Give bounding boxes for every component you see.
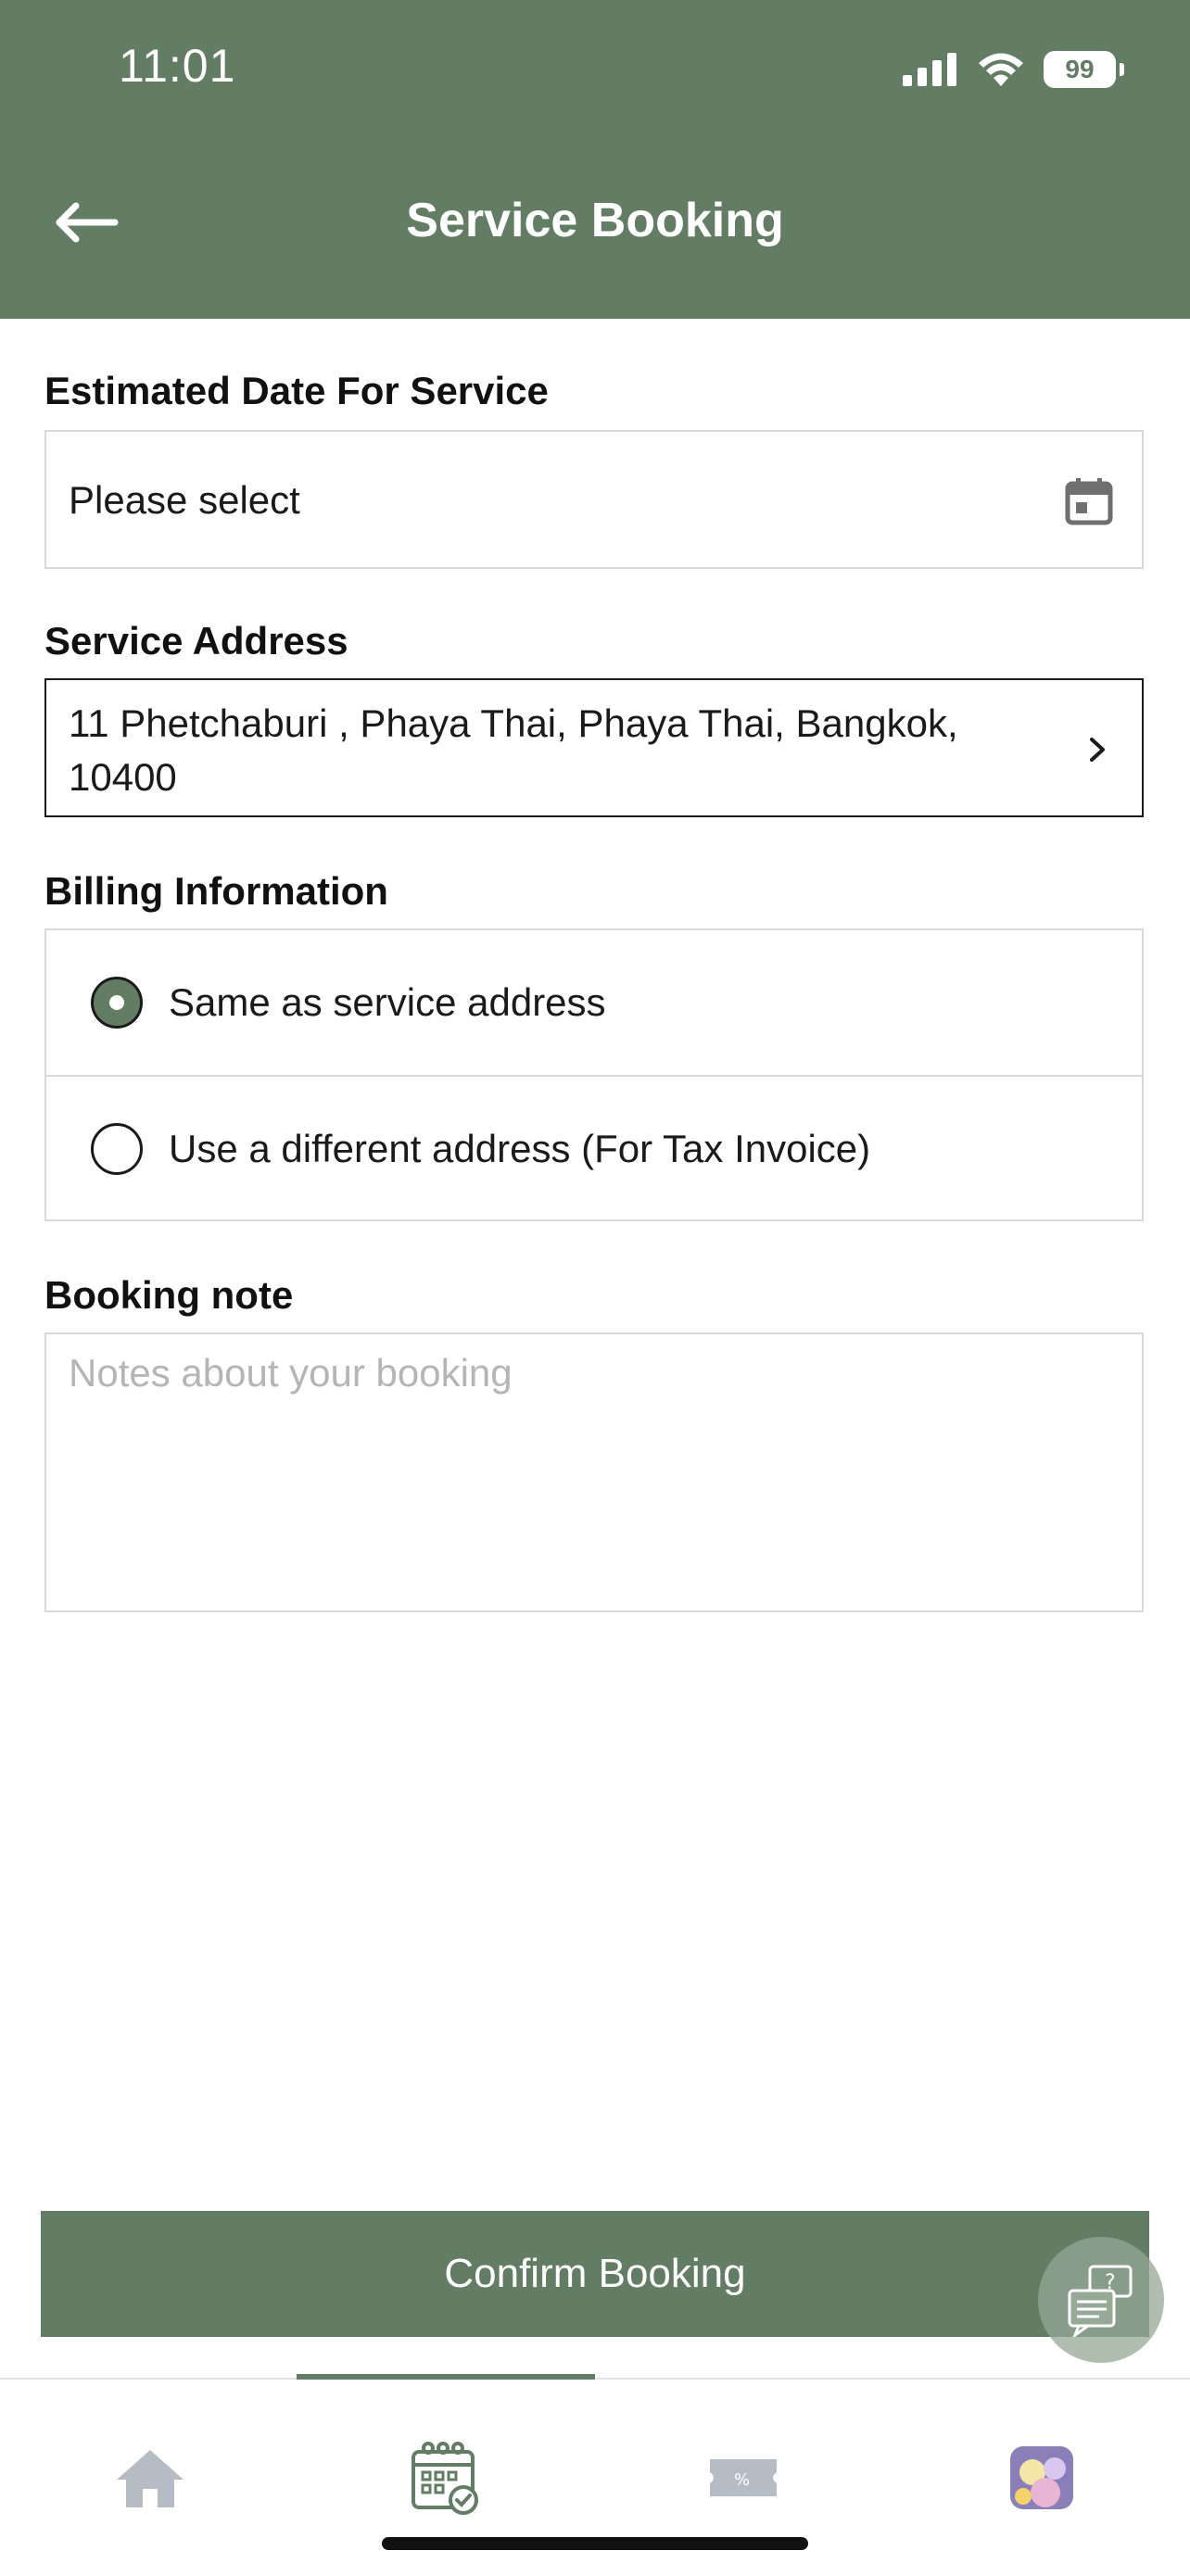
service-address-selector[interactable]: 11 Phetchaburi , Phaya Thai, Phaya Thai,… xyxy=(44,678,1144,817)
home-indicator xyxy=(382,2537,808,2550)
booking-note-container xyxy=(44,1332,1144,1612)
active-tab-indicator xyxy=(297,2374,595,2380)
tab-profile[interactable] xyxy=(995,2431,1088,2524)
date-section-label: Estimated Date For Service xyxy=(44,369,549,412)
app-header: 11:01 99 Service Booking xyxy=(0,0,1190,319)
note-section-label: Booking note xyxy=(44,1273,294,1317)
billing-option-same[interactable]: Same as service address xyxy=(46,930,1142,1077)
billing-option-different[interactable]: Use a different address (For Tax Invoice… xyxy=(46,1077,1142,1221)
address-value: 11 Phetchaburi , Phaya Thai, Phaya Thai,… xyxy=(69,701,958,799)
billing-options: Same as service address Use a different … xyxy=(44,928,1144,1221)
tab-coupons[interactable]: % xyxy=(697,2431,790,2524)
billing-option-label: Same as service address xyxy=(169,980,606,1024)
calendar-check-icon xyxy=(411,2442,478,2515)
battery-indicator: 99 xyxy=(1044,51,1124,88)
page-title: Service Booking xyxy=(406,194,784,247)
calendar-icon xyxy=(1065,478,1113,525)
profile-avatar-icon xyxy=(1010,2446,1073,2509)
home-icon xyxy=(117,2450,184,2507)
address-section-label: Service Address xyxy=(44,619,348,663)
radio-unchecked-icon[interactable] xyxy=(91,1123,143,1175)
wifi-icon xyxy=(979,53,1023,86)
booking-note-input[interactable] xyxy=(46,1334,1142,1610)
status-time: 11:01 xyxy=(119,40,236,92)
help-chat-icon: ? xyxy=(1068,2265,1133,2337)
tab-bookings[interactable] xyxy=(399,2431,491,2524)
tab-home[interactable] xyxy=(104,2431,196,2524)
chevron-right-icon xyxy=(1090,738,1105,762)
signal-icon xyxy=(903,53,956,86)
date-picker-field[interactable]: Please select xyxy=(44,430,1144,569)
date-value: Please select xyxy=(69,478,300,522)
billing-option-label: Use a different address (For Tax Invoice… xyxy=(169,1127,871,1170)
confirm-booking-button[interactable]: Confirm Booking xyxy=(41,2211,1149,2337)
status-icons: 99 xyxy=(903,46,1124,93)
svg-text:%: % xyxy=(734,2470,750,2490)
coupon-icon: % xyxy=(710,2459,777,2496)
help-chat-button[interactable]: ? xyxy=(1038,2237,1164,2363)
radio-checked-icon[interactable] xyxy=(91,977,143,1029)
billing-section-label: Billing Information xyxy=(44,869,388,913)
